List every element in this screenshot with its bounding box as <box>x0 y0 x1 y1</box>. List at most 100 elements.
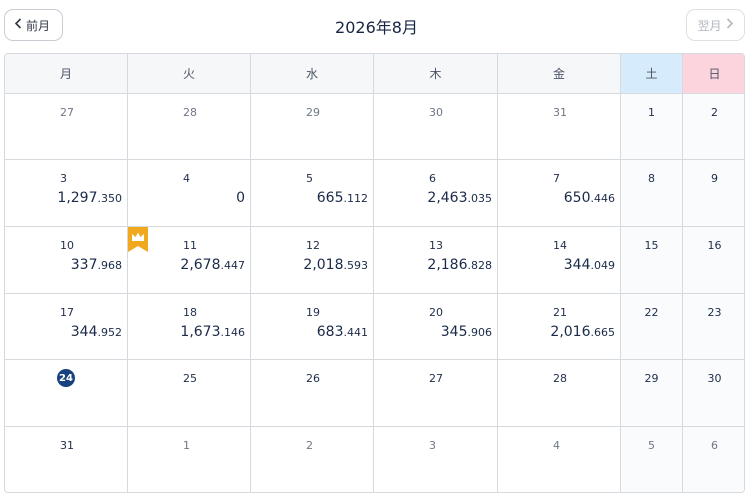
value-decimal: .446 <box>590 192 616 205</box>
day-cell[interactable]: 40 <box>128 160 251 227</box>
day-cell[interactable]: 8 <box>621 160 683 227</box>
value-decimal: .828 <box>467 259 493 272</box>
day-number: 17 <box>60 306 74 319</box>
day-cell[interactable]: 31 <box>498 94 621 160</box>
value-integer: 0 <box>236 190 245 206</box>
day-cell[interactable]: 29 <box>621 360 683 427</box>
value-decimal: .441 <box>343 326 369 339</box>
value-integer: 683 <box>316 324 344 340</box>
day-cell[interactable]: 30 <box>683 360 744 427</box>
day-cell[interactable]: 2424 <box>5 360 128 427</box>
day-cell[interactable]: 17 344.952 <box>5 294 128 360</box>
day-number: 31 <box>60 439 74 452</box>
day-value: 345.906 <box>441 324 492 340</box>
day-number: 5 <box>648 439 655 452</box>
value-decimal: .146 <box>220 326 246 339</box>
next-month-button[interactable]: 翌月 <box>686 9 745 41</box>
day-number: 29 <box>644 372 659 385</box>
day-cell[interactable]: 1 <box>621 94 683 160</box>
day-cell[interactable]: 1 <box>128 427 251 492</box>
day-number: 7 <box>553 172 560 185</box>
day-number: 10 <box>60 239 74 252</box>
day-cell[interactable]: 19 683.441 <box>251 294 374 360</box>
value-integer: 665 <box>316 190 344 206</box>
day-value: 344.952 <box>71 324 122 340</box>
day-cell[interactable]: 2 <box>683 94 744 160</box>
day-cell[interactable]: 14 344.049 <box>498 227 621 294</box>
value-integer: 337 <box>70 257 98 273</box>
day-cell[interactable]: 6 <box>683 427 744 492</box>
day-cell[interactable]: 3 <box>374 427 498 492</box>
value-integer: 2,016 <box>550 324 591 340</box>
value-integer: 1,673 <box>180 324 221 340</box>
value-decimal: .350 <box>97 192 123 205</box>
day-cell[interactable]: 27 <box>374 360 498 427</box>
weekday-header-fri: 金 <box>498 54 621 94</box>
day-number: 29 <box>306 106 320 119</box>
day-cell[interactable]: 5 <box>621 427 683 492</box>
crown-icon <box>128 227 148 252</box>
day-value: 2,186.828 <box>427 257 492 273</box>
day-cell[interactable]: 23 <box>683 294 744 360</box>
day-value: 683.441 <box>317 324 368 340</box>
day-cell[interactable]: 21 2,016.665 <box>498 294 621 360</box>
day-cell[interactable]: 28 <box>498 360 621 427</box>
day-cell[interactable]: 15 <box>621 227 683 294</box>
value-decimal: .049 <box>590 259 616 272</box>
value-decimal: .968 <box>97 259 123 272</box>
day-number: 19 <box>306 306 320 319</box>
day-number: 23 <box>707 306 722 319</box>
day-number: 3 <box>60 172 67 185</box>
value-decimal: .593 <box>343 259 369 272</box>
day-cell[interactable]: 10 337.968 <box>5 227 128 294</box>
day-cell[interactable]: 31 <box>5 427 128 492</box>
day-cell[interactable]: 28 <box>128 94 251 160</box>
day-cell[interactable]: 12 2,018.593 <box>251 227 374 294</box>
value-decimal: .906 <box>467 326 493 339</box>
day-cell[interactable]: 2 <box>251 427 374 492</box>
value-integer: 345 <box>440 324 468 340</box>
day-number: 12 <box>306 239 320 252</box>
day-number: 28 <box>553 372 567 385</box>
day-cell[interactable]: 16 <box>683 227 744 294</box>
day-value: 665.112 <box>317 190 368 206</box>
day-value: 0 <box>236 190 245 206</box>
day-number: 9 <box>711 172 718 185</box>
day-number: 28 <box>183 106 197 119</box>
day-value: 2,016.665 <box>550 324 615 340</box>
value-integer: 344 <box>563 257 591 273</box>
value-decimal: .035 <box>467 192 493 205</box>
day-cell[interactable]: 3 1,297.350 <box>5 160 128 227</box>
day-cell[interactable]: 7 650.446 <box>498 160 621 227</box>
day-number: 16 <box>707 239 722 252</box>
day-number: 1 <box>648 106 655 119</box>
day-cell[interactable]: 6 2,463.035 <box>374 160 498 227</box>
value-integer: 2,018 <box>303 257 344 273</box>
day-cell[interactable]: 20 345.906 <box>374 294 498 360</box>
day-value: 337.968 <box>71 257 122 273</box>
month-title: 2026年8月 <box>335 18 418 37</box>
value-integer: 2,678 <box>180 257 221 273</box>
day-cell[interactable]: 5 665.112 <box>251 160 374 227</box>
day-cell[interactable]: 9 <box>683 160 744 227</box>
day-cell[interactable]: 26 <box>251 360 374 427</box>
day-cell[interactable]: 30 <box>374 94 498 160</box>
day-cell[interactable]: 4 <box>498 427 621 492</box>
day-number: 14 <box>553 239 567 252</box>
day-cell[interactable]: 29 <box>251 94 374 160</box>
day-number: 5 <box>306 172 313 185</box>
weekday-header-sun: 日 <box>683 54 744 94</box>
day-number: 31 <box>553 106 567 119</box>
day-cell[interactable]: 18 1,673.146 <box>128 294 251 360</box>
value-decimal: .447 <box>220 259 246 272</box>
value-decimal: .952 <box>97 326 123 339</box>
day-number: 30 <box>429 106 443 119</box>
day-cell[interactable]: 25 <box>128 360 251 427</box>
day-cell[interactable]: 11 2,678.447 <box>128 227 251 294</box>
value-integer: 1,297 <box>57 190 98 206</box>
value-integer: 2,463 <box>427 190 468 206</box>
day-cell[interactable]: 22 <box>621 294 683 360</box>
day-cell[interactable]: 13 2,186.828 <box>374 227 498 294</box>
day-number: 2 <box>306 439 313 452</box>
day-cell[interactable]: 27 <box>5 94 128 160</box>
